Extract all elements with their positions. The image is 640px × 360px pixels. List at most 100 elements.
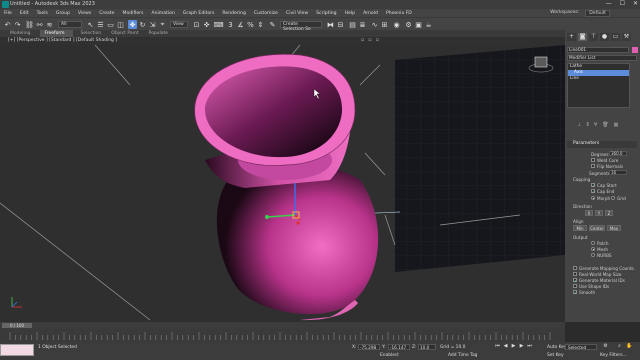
play-icon[interactable]: ▶ (510, 343, 517, 350)
auto-key-label[interactable]: Auto Key (547, 345, 567, 350)
place-icon[interactable]: ⌖ (158, 20, 167, 29)
pin-stack-icon[interactable]: ⊥ (577, 122, 581, 128)
z-coord-field[interactable]: 10.0 (418, 344, 436, 350)
key-filters-button[interactable]: Key Filters... (600, 353, 627, 358)
menu-views[interactable]: Views (78, 11, 91, 16)
tab-populate[interactable]: Populate (149, 30, 179, 37)
add-time-tag[interactable]: Add Time Tag (448, 353, 477, 358)
select-by-name-icon[interactable]: ☰ (96, 20, 105, 29)
scale-icon[interactable]: ⇲ (148, 20, 157, 29)
motion-tab-icon[interactable]: ● (600, 33, 609, 41)
select-object-icon[interactable]: ↖ (86, 20, 95, 29)
minimize-button[interactable]: — (606, 0, 612, 7)
time-slider[interactable]: 0 / 100 (0, 322, 565, 329)
keyboard-shortcut-icon[interactable]: ⌨ (213, 20, 223, 29)
time-slider-knob[interactable]: 0 / 100 (2, 323, 32, 328)
menu-scripting[interactable]: Scripting (316, 11, 336, 16)
align-center-button[interactable]: Center (589, 225, 605, 231)
select-manipulate-icon[interactable]: ✜ (202, 20, 211, 29)
workspace-select[interactable]: Default (585, 10, 610, 17)
tab-selection[interactable]: Selection (81, 30, 112, 37)
flip-normals-checkbox[interactable] (591, 164, 595, 168)
link-icon[interactable]: ⛓ (25, 20, 34, 29)
snaps-toggle-icon[interactable]: 3 (226, 20, 235, 29)
stack-item-line[interactable]: Line (568, 76, 629, 82)
viewport-scene[interactable] (0, 45, 565, 322)
named-selection-dropdown[interactable]: Create Selection Se (280, 21, 322, 32)
smooth-checkbox[interactable]: ✓ (573, 290, 577, 295)
edit-named-selection-icon[interactable]: ✎ (268, 20, 277, 29)
bind-space-warp-icon[interactable]: ≋ (45, 20, 54, 29)
rendered-frame-icon[interactable]: ▣ (414, 20, 423, 29)
window-crossing-icon[interactable]: ◫ (116, 20, 125, 29)
menu-tools[interactable]: Tools (37, 11, 48, 16)
material-editor-icon[interactable]: ◉ (392, 20, 401, 29)
tab-freeform[interactable]: Freeform (40, 30, 73, 37)
menu-phoenix-fd[interactable]: Phoenix FD (386, 11, 412, 16)
hierarchy-tab-icon[interactable]: ⊤ (589, 33, 598, 41)
go-start-icon[interactable]: ⏮ (494, 343, 501, 350)
layer-explorer-icon[interactable]: ≣ (358, 20, 367, 29)
viewport-label[interactable]: [+] [Perspective ] [Standard ] [Default … (8, 38, 117, 43)
menu-help[interactable]: Help (345, 11, 355, 16)
modify-tab-icon[interactable]: ◙ (578, 33, 587, 41)
menu-rendering[interactable]: Rendering (222, 11, 245, 16)
configure-sets-icon[interactable]: ▦ (614, 122, 619, 128)
reference-coord-dropdown[interactable]: View (170, 21, 188, 28)
selection-filter-dropdown[interactable]: All (58, 21, 82, 28)
cap-end-checkbox[interactable]: ✓ (591, 189, 595, 194)
spinner-snap-icon[interactable]: ⇕ (256, 20, 265, 29)
track-bar[interactable] (0, 329, 565, 342)
next-frame-icon[interactable]: ▶ (518, 343, 525, 350)
segments-spinner[interactable]: 16 (609, 170, 627, 175)
perspective-viewport[interactable] (0, 45, 565, 322)
make-unique-icon[interactable]: ∀ (594, 122, 597, 128)
mesh-radio[interactable] (591, 247, 595, 251)
set-key-label[interactable]: Set Key (547, 353, 564, 358)
object-name-field[interactable]: Line001 (567, 47, 629, 53)
cap-start-checkbox[interactable]: ✓ (591, 183, 595, 188)
direction-z-button[interactable]: Z (605, 210, 613, 216)
time-config-icon[interactable]: ⚙ (602, 343, 609, 350)
menu-graph-editors[interactable]: Graph Editors (183, 11, 215, 16)
menu-civil-view[interactable]: Civil View (286, 11, 308, 16)
tab-modeling[interactable]: Modeling (10, 30, 40, 37)
menu-customize[interactable]: Customize (254, 11, 278, 16)
zoom-icon[interactable]: ⌕ (616, 343, 623, 350)
align-max-button[interactable]: Max (607, 225, 621, 231)
menu-animation[interactable]: Animation (151, 11, 174, 16)
direction-y-button[interactable]: Y (595, 210, 603, 216)
schematic-view-icon[interactable]: ⊞ (380, 20, 389, 29)
rect-selection-icon[interactable]: ▭ (106, 20, 115, 29)
menu-file[interactable]: File (4, 11, 12, 16)
degrees-spinner[interactable]: 360.0 (609, 151, 627, 156)
maximize-button[interactable]: ☐ (620, 0, 625, 7)
y-coord-field[interactable]: -16.147 (388, 344, 410, 350)
grid-radio[interactable] (611, 196, 615, 200)
render-setup-icon[interactable]: ⚙ (404, 20, 413, 29)
undo-icon[interactable]: ↶ (3, 20, 12, 29)
align-icon[interactable]: ⊟ (336, 20, 345, 29)
pivot-icon[interactable]: ⊡ (192, 20, 201, 29)
pan-icon[interactable]: ✋ (626, 343, 633, 350)
object-color-swatch[interactable] (632, 47, 638, 53)
utilities-tab-icon[interactable]: ⚒ (622, 33, 631, 41)
angle-snap-icon[interactable]: ∡ (236, 20, 245, 29)
rotate-icon[interactable]: ↻ (138, 20, 147, 29)
go-end-icon[interactable]: ⏭ (526, 343, 533, 350)
direction-x-button[interactable]: X (585, 210, 593, 216)
menu-edit[interactable]: Edit (20, 11, 29, 16)
close-button[interactable]: ✕ (633, 0, 638, 7)
weld-core-checkbox[interactable] (591, 158, 595, 162)
show-end-result-icon[interactable]: Ⅱ (586, 122, 588, 128)
morph-radio[interactable] (591, 196, 595, 200)
parameters-rollout-title[interactable]: Parameters (567, 141, 637, 148)
align-min-button[interactable]: Min (573, 225, 587, 231)
menu-create[interactable]: Create (99, 11, 114, 16)
create-tab-icon[interactable]: + (567, 33, 576, 41)
unlink-icon[interactable]: ⚯ (35, 20, 44, 29)
percent-snap-icon[interactable]: % (246, 20, 255, 29)
scene-explorer-icon[interactable]: ▤ (348, 20, 357, 29)
tab-object-paint[interactable]: Object Paint (111, 30, 148, 37)
redo-icon[interactable]: ↷ (13, 20, 22, 29)
